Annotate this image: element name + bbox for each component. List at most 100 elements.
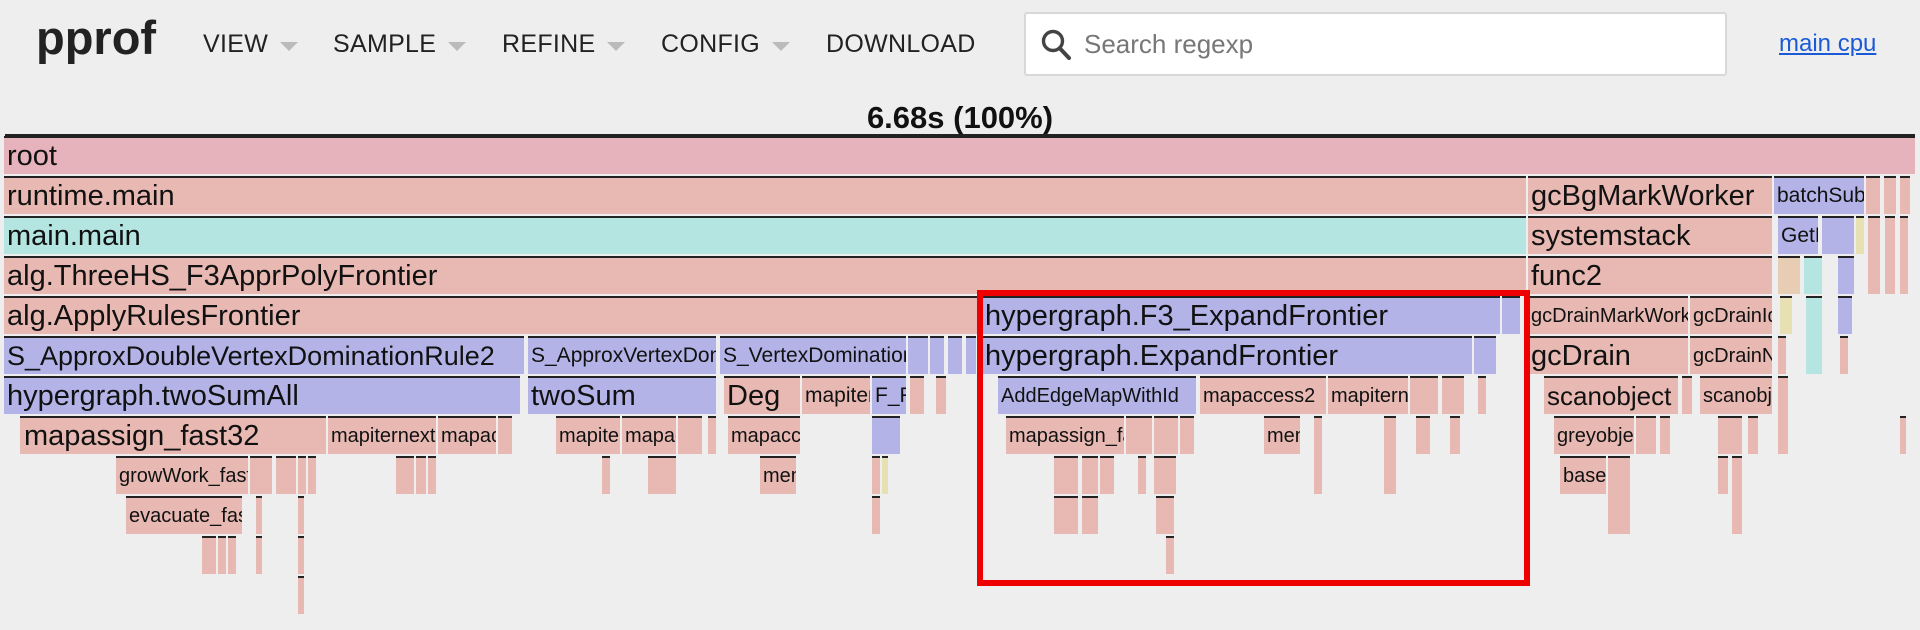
menu-view[interactable]: VIEW bbox=[203, 28, 299, 60]
frame-small[interactable] bbox=[678, 416, 702, 454]
frame-small[interactable] bbox=[1156, 496, 1174, 534]
frame-small[interactable] bbox=[1778, 376, 1788, 454]
frame-small[interactable] bbox=[1416, 416, 1430, 454]
frame-small[interactable] bbox=[1180, 416, 1194, 454]
frame-small[interactable] bbox=[1384, 416, 1396, 494]
frame-memhash[interactable]: memhash bbox=[1264, 416, 1300, 454]
frame-small[interactable] bbox=[202, 536, 216, 574]
frame-small[interactable] bbox=[1054, 456, 1078, 494]
frame-mapiternext[interactable]: mapiternext bbox=[328, 416, 436, 454]
frame-small[interactable] bbox=[1608, 456, 1630, 534]
frame-small[interactable] bbox=[428, 456, 436, 494]
frame-mapaccess2[interactable]: mapaccess2 bbox=[1200, 376, 1326, 414]
frame-small[interactable] bbox=[1780, 296, 1792, 334]
frame-small[interactable] bbox=[1410, 376, 1438, 414]
frame-runtime-main[interactable]: runtime.main bbox=[4, 176, 1526, 214]
frame-mapassign-fast32[interactable]: mapassign_fast32 bbox=[1006, 416, 1124, 454]
frame-small[interactable] bbox=[1126, 416, 1152, 454]
frame-f3-expand-frontier[interactable]: hypergraph.F3_ExpandFrontier bbox=[982, 296, 1500, 334]
frame-mapiternext[interactable]: mapiternext bbox=[1328, 376, 1408, 414]
frame-small[interactable] bbox=[1718, 416, 1742, 454]
frame-small[interactable] bbox=[1166, 536, 1174, 574]
frame-func2[interactable]: func2 bbox=[1528, 256, 1772, 294]
frame-small[interactable] bbox=[1100, 456, 1114, 494]
frame-s-vertex-domination[interactable]: S_VertexDomination bbox=[720, 336, 906, 374]
frame-mapassign-fast32[interactable]: mapassign_fast32 bbox=[20, 416, 326, 454]
frame-add-edge-map[interactable]: AddEdgeMapWithId bbox=[998, 376, 1196, 414]
frame-small[interactable] bbox=[1718, 456, 1728, 494]
frame-scanobject-2[interactable]: scanobject bbox=[1700, 376, 1772, 414]
menu-config[interactable]: CONFIG bbox=[661, 28, 791, 60]
frame-batch-sub[interactable]: batchSub bbox=[1774, 176, 1864, 214]
frame-small[interactable] bbox=[308, 456, 316, 494]
frame-small[interactable] bbox=[908, 336, 928, 374]
frame-mapaccess[interactable]: mapaccess bbox=[728, 416, 800, 454]
frame-small[interactable] bbox=[298, 496, 304, 534]
frame-s-approx-double[interactable]: S_ApproxDoubleVertexDominationRule2 bbox=[4, 336, 524, 374]
frame-s-approx-vertex[interactable]: S_ApproxVertexDomination bbox=[528, 336, 716, 374]
frame-small[interactable] bbox=[256, 496, 262, 534]
frame-greyobject[interactable]: greyobject bbox=[1554, 416, 1634, 454]
frame-small[interactable] bbox=[1822, 216, 1854, 254]
frame-small[interactable] bbox=[1314, 416, 1322, 494]
frame-small[interactable] bbox=[966, 336, 976, 374]
frame-small[interactable] bbox=[882, 456, 888, 494]
frame-small[interactable] bbox=[1900, 176, 1910, 214]
frame-small[interactable] bbox=[1900, 416, 1906, 454]
frame-small[interactable] bbox=[872, 456, 880, 494]
frame-small[interactable] bbox=[276, 456, 296, 494]
frame-gc-drain-mark-worker[interactable]: gcDrainMarkWorkerDedicated bbox=[1528, 296, 1688, 334]
frame-memhash[interactable]: memhash bbox=[760, 456, 796, 494]
frame-expand-frontier[interactable]: hypergraph.ExpandFrontier bbox=[982, 336, 1472, 374]
frame-small[interactable] bbox=[648, 456, 676, 494]
frame-deg[interactable]: Deg bbox=[724, 376, 800, 414]
frame-small[interactable] bbox=[1478, 376, 1486, 414]
frame-base[interactable]: base bbox=[1560, 456, 1606, 494]
frame-two-sum[interactable]: twoSum bbox=[528, 376, 716, 414]
frame-mapiternext[interactable]: mapiternext bbox=[802, 376, 870, 414]
frame-small[interactable] bbox=[256, 536, 262, 574]
frame-two-sum-all[interactable]: hypergraph.twoSumAll bbox=[4, 376, 520, 414]
frame-root[interactable]: root bbox=[4, 136, 1915, 174]
frame-gc-drain-n[interactable]: gcDrainN bbox=[1690, 336, 1772, 374]
frame-small[interactable] bbox=[1138, 456, 1146, 494]
frame-grow-work[interactable]: growWork_fast32 bbox=[116, 456, 248, 494]
frame-small[interactable] bbox=[1804, 256, 1822, 294]
frame-small[interactable] bbox=[298, 456, 306, 494]
app-logo[interactable]: pprof bbox=[36, 10, 156, 65]
frame-small[interactable] bbox=[298, 576, 304, 614]
frame-small[interactable] bbox=[1884, 176, 1896, 214]
frame-small[interactable] bbox=[930, 336, 944, 374]
frame-small[interactable] bbox=[1866, 176, 1880, 214]
frame-main-main[interactable]: main.main bbox=[4, 216, 1526, 254]
frame-three-hs[interactable]: alg.ThreeHS_F3ApprPolyFrontier bbox=[4, 256, 1526, 294]
frame-small[interactable] bbox=[228, 536, 236, 574]
frame-small[interactable] bbox=[1806, 296, 1822, 374]
frame-small[interactable] bbox=[1840, 336, 1848, 374]
frame-small[interactable] bbox=[218, 536, 226, 574]
frame-small[interactable] bbox=[1868, 216, 1880, 294]
frame-small[interactable] bbox=[1748, 416, 1758, 454]
frame-mapaccess[interactable]: mapaccess bbox=[622, 416, 676, 454]
frame-get-hash[interactable]: GetHash bbox=[1778, 216, 1818, 254]
frame-small[interactable] bbox=[1900, 216, 1908, 294]
frame-scanobject[interactable]: scanobject bbox=[1544, 376, 1678, 414]
frame-small[interactable] bbox=[250, 456, 272, 494]
frame-small[interactable] bbox=[1082, 496, 1098, 534]
frame-small[interactable] bbox=[1682, 376, 1692, 414]
frame-mapiternext[interactable]: mapiternext bbox=[556, 416, 620, 454]
frame-small[interactable] bbox=[1660, 416, 1670, 454]
frame-gc-drain[interactable]: gcDrain bbox=[1528, 336, 1688, 374]
frame-small[interactable] bbox=[1082, 456, 1098, 494]
frame-small[interactable] bbox=[1450, 416, 1460, 454]
frame-systemstack[interactable]: systemstack bbox=[1528, 216, 1772, 254]
frame-small[interactable] bbox=[1474, 336, 1496, 374]
frame-small[interactable] bbox=[1502, 296, 1520, 334]
menu-sample[interactable]: SAMPLE bbox=[333, 28, 467, 60]
frame-small[interactable] bbox=[1778, 336, 1786, 374]
frame-small[interactable] bbox=[1838, 296, 1852, 334]
frame-small[interactable] bbox=[1885, 216, 1895, 294]
frame-apply-rules[interactable]: alg.ApplyRulesFrontier bbox=[4, 296, 978, 334]
frame-evacuate[interactable]: evacuate_fast32 bbox=[126, 496, 242, 534]
frame-small[interactable] bbox=[396, 456, 414, 494]
